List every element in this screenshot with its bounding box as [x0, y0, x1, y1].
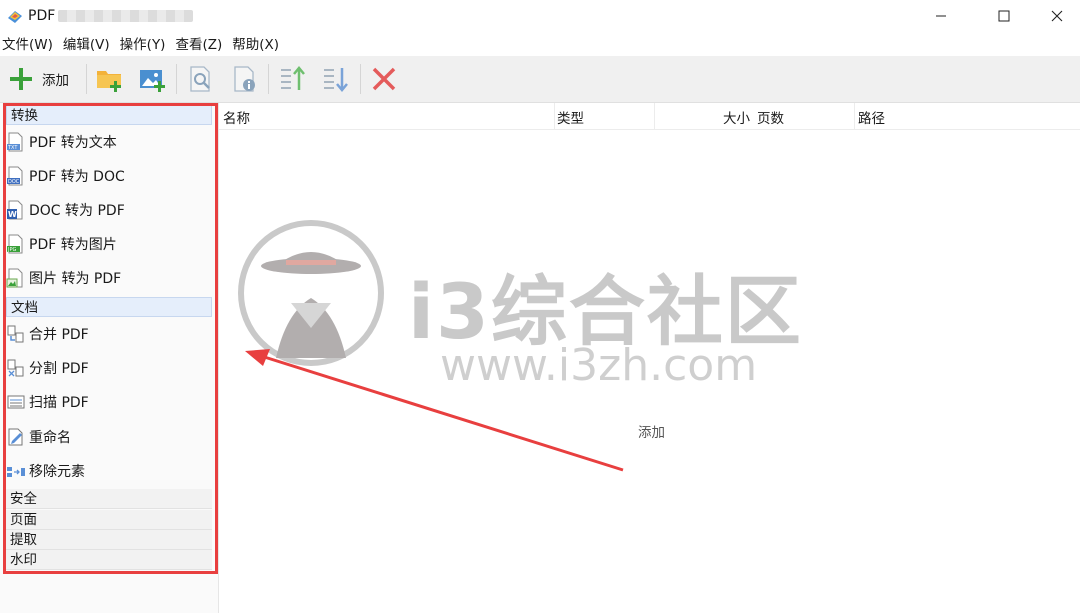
menu-file[interactable]: 文件(W): [0, 33, 57, 55]
tool-remove-elements[interactable]: 移除元素: [6, 458, 212, 484]
group-header-document[interactable]: 文档: [6, 297, 212, 317]
tool-label: DOC 转为 PDF: [29, 203, 125, 219]
tool-label: 移除元素: [29, 464, 85, 480]
tool-pdf-to-doc[interactable]: DOC PDF 转为 DOC: [6, 163, 212, 189]
add-image-button[interactable]: [138, 62, 168, 96]
txt-file-icon: TXT: [7, 132, 23, 152]
group-header-pages[interactable]: 页面: [6, 510, 212, 530]
tool-scan-pdf[interactable]: 扫描 PDF: [6, 389, 212, 415]
doc-file-icon: DOC: [7, 166, 23, 186]
tool-label: PDF 转为图片: [29, 237, 117, 253]
title-bar: PDF: [0, 0, 1080, 32]
menu-bar: 文件(W) 编辑(V) 操作(Y) 查看(Z) 帮助(X): [0, 33, 287, 55]
blurred-title-region: [58, 10, 193, 22]
image-file-icon: [6, 268, 23, 288]
tool-label: 图片 转为 PDF: [29, 271, 122, 287]
add-button-label: 添加: [42, 73, 69, 89]
svg-text:DOC: DOC: [8, 179, 20, 185]
move-up-button[interactable]: [278, 62, 308, 96]
word-file-icon: W: [7, 200, 23, 220]
add-image-icon: [140, 70, 165, 92]
column-pages[interactable]: 页数: [757, 107, 784, 127]
toolbar-separator: [86, 64, 87, 94]
menu-edit[interactable]: 编辑(V): [61, 33, 114, 55]
column-path[interactable]: 路径: [858, 107, 885, 127]
file-list-header: 名称 类型 大小 页数 路径: [219, 103, 1080, 130]
column-size[interactable]: 大小: [723, 107, 750, 127]
column-type[interactable]: 类型: [557, 107, 584, 127]
info-button[interactable]: [230, 62, 260, 96]
tool-doc-to-pdf[interactable]: W DOC 转为 PDF: [6, 197, 212, 223]
column-separator[interactable]: [654, 103, 655, 129]
svg-text:JPG: JPG: [7, 247, 16, 253]
toolbar-separator: [176, 64, 177, 94]
empty-list-hint: 添加: [638, 425, 665, 441]
maximize-icon: [998, 10, 1010, 22]
tool-label: 扫描 PDF: [29, 395, 89, 411]
move-up-icon: [281, 66, 305, 90]
add-folder-button[interactable]: [95, 62, 125, 96]
split-icon: [7, 359, 24, 377]
rename-icon: [8, 428, 23, 446]
close-button[interactable]: [1034, 0, 1080, 32]
tool-label: 合并 PDF: [29, 327, 89, 343]
menu-view[interactable]: 查看(Z): [173, 33, 226, 55]
column-name[interactable]: 名称: [223, 107, 250, 127]
svg-text:W: W: [8, 210, 17, 219]
column-separator[interactable]: [854, 103, 855, 129]
toolbar-separator: [360, 64, 361, 94]
toolbar: 添加: [0, 56, 1080, 103]
tool-image-to-pdf[interactable]: 图片 转为 PDF: [6, 265, 212, 291]
watermark-url: www.i3zh.com: [440, 340, 758, 391]
group-header-convert[interactable]: 转换: [6, 105, 212, 125]
merge-icon: [7, 325, 24, 343]
app-logo-icon: [8, 11, 22, 23]
tool-label: PDF 转为 DOC: [29, 169, 125, 185]
menu-action[interactable]: 操作(Y): [118, 33, 170, 55]
tool-label: PDF 转为文本: [29, 135, 117, 151]
svg-text:TXT: TXT: [7, 145, 18, 151]
jpg-file-icon: JPG: [7, 234, 23, 254]
preview-button[interactable]: [186, 62, 216, 96]
tool-pdf-to-text[interactable]: TXT PDF 转为文本: [6, 129, 212, 155]
tool-pdf-to-image[interactable]: JPG PDF 转为图片: [6, 231, 212, 257]
tool-label: 重命名: [29, 430, 71, 446]
remove-elements-icon: [7, 467, 25, 477]
plus-icon: [10, 68, 32, 90]
move-down-icon: [324, 68, 348, 92]
tool-rename[interactable]: 重命名: [6, 424, 212, 450]
toolbar-separator: [268, 64, 269, 94]
minimize-icon: [936, 15, 946, 17]
preview-icon: [190, 66, 210, 92]
window-title: PDF: [28, 8, 56, 24]
tool-split-pdf[interactable]: 分割 PDF: [6, 355, 212, 381]
group-header-extract[interactable]: 提取: [6, 530, 212, 550]
maximize-button[interactable]: [981, 0, 1027, 32]
minimize-button[interactable]: [918, 0, 964, 32]
add-folder-icon: [97, 71, 121, 92]
group-header-security[interactable]: 安全: [6, 489, 212, 509]
group-header-watermark[interactable]: 水印: [6, 550, 212, 570]
delete-button[interactable]: [370, 62, 398, 96]
tool-label: 分割 PDF: [29, 361, 89, 377]
tool-merge-pdf[interactable]: 合并 PDF: [6, 321, 212, 347]
column-separator[interactable]: [554, 103, 555, 129]
menu-help[interactable]: 帮助(X): [230, 33, 283, 55]
delete-icon: [372, 67, 396, 91]
scan-icon: [7, 395, 25, 409]
info-icon: [234, 66, 255, 92]
add-button[interactable]: 添加: [8, 62, 69, 96]
move-down-button[interactable]: [321, 62, 351, 96]
close-icon: [1051, 10, 1063, 22]
